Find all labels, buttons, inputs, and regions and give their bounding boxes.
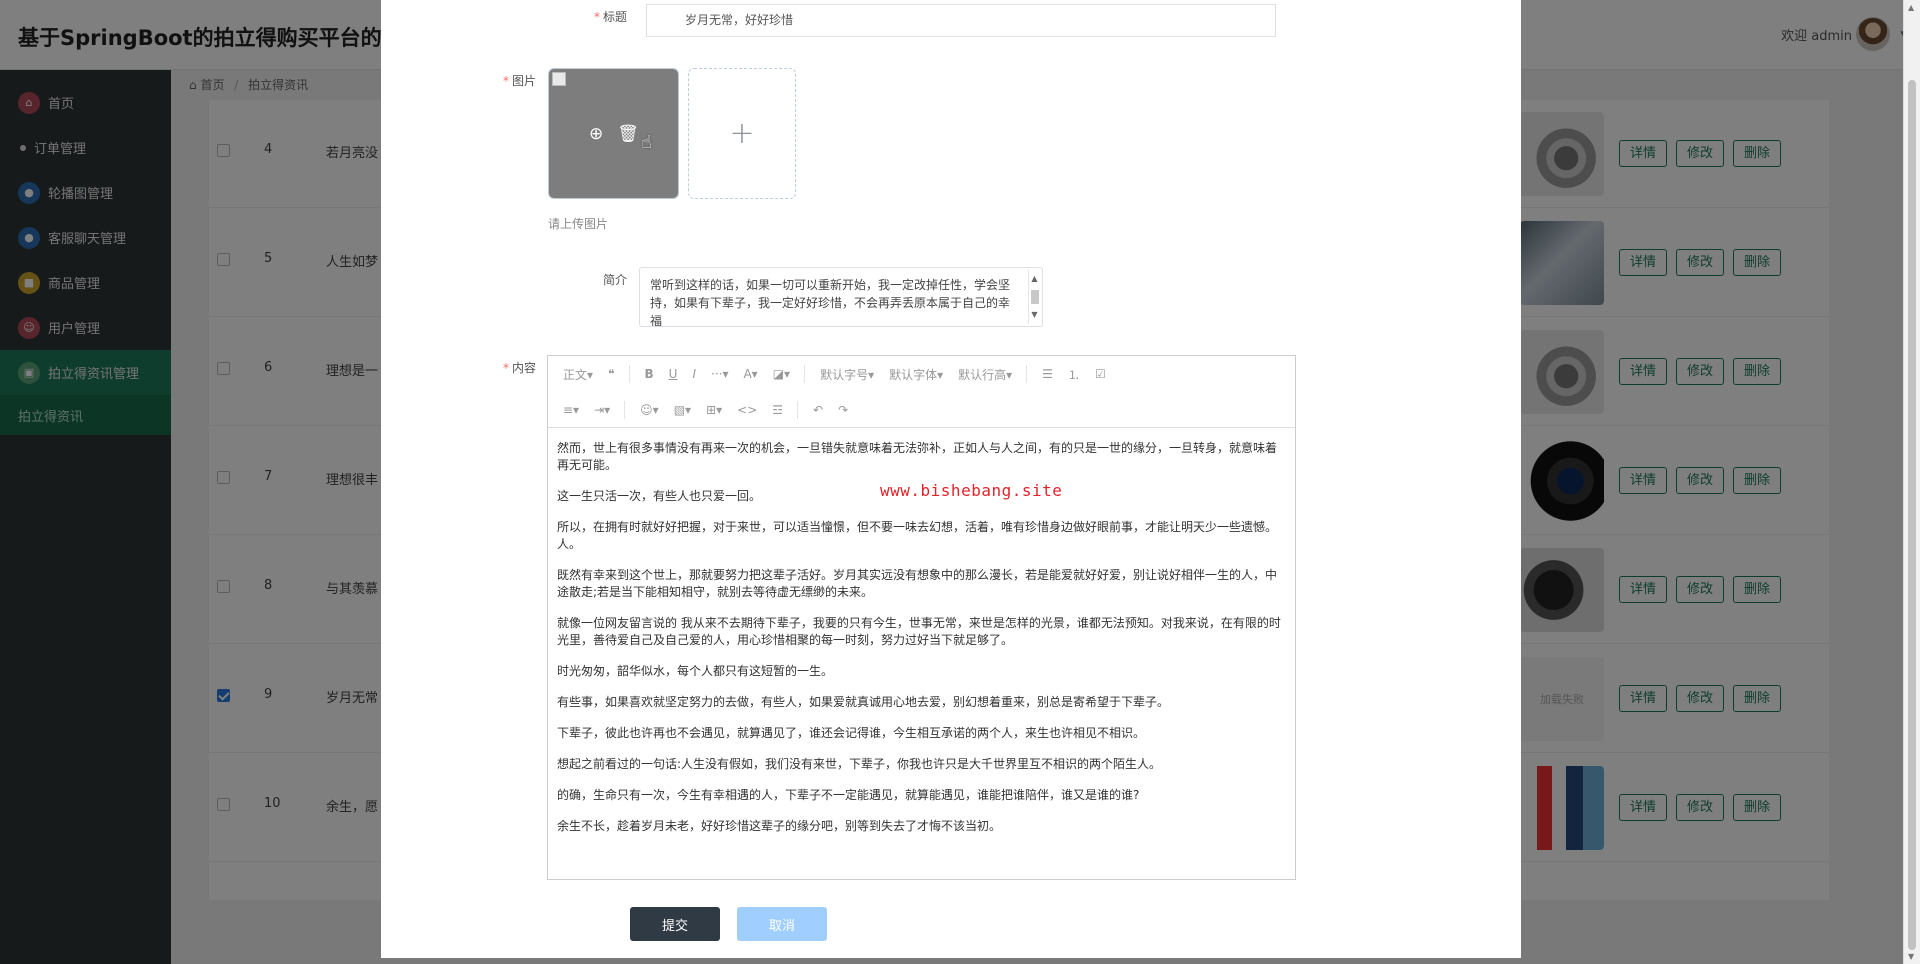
content-paragraph: 所以，在拥有时就好好把握，对于来世，可以适当憧憬，但不要一味去幻想，活着，唯有珍… xyxy=(557,520,1278,551)
hand-cursor-icon: ☝ xyxy=(641,132,652,153)
content-paragraph: 下辈子，彼此也许再也不会遇见，就算遇见了，谁还会记得谁，今生相互承诺的两个人，来… xyxy=(557,726,1146,740)
italic-icon[interactable]: I xyxy=(692,367,696,381)
scroll-down-icon[interactable]: ▼ xyxy=(1031,306,1037,324)
paragraph-format-select[interactable]: 正文▾ xyxy=(563,366,593,383)
uploaded-image-card[interactable]: ⊕ 🗑 ☝ xyxy=(548,68,679,199)
content-paragraph: 就像一位网友留言说的 我从来不去期待下辈子，我要的只有今生，世事无常，来世是怎样… xyxy=(557,616,1281,647)
image-icon[interactable]: ▧▾ xyxy=(674,403,691,417)
content-paragraph: 时光匆匆，韶华似水，每个人都只有这短暂的一生。 xyxy=(557,664,834,678)
content-paragraph: 然而，世上有很多事情没有再来一次的机会，一旦错失就意味着无法弥补，正如人与人之间… xyxy=(557,441,1278,472)
table-icon[interactable]: ⊞▾ xyxy=(706,403,722,417)
scroll-up-icon[interactable]: ▲ xyxy=(1908,3,1914,12)
scroll-down-icon[interactable]: ▼ xyxy=(1908,952,1914,961)
divider-icon[interactable]: ☲ xyxy=(772,403,783,417)
underline-icon[interactable]: U xyxy=(669,367,678,381)
scroll-thumb[interactable] xyxy=(1908,80,1916,950)
more-icon[interactable]: ···▾ xyxy=(711,367,728,381)
content-paragraph: 的确，生命只有一次，今生有幸相遇的人，下辈子不一定能遇见，就算能遇见，谁能把谁陪… xyxy=(557,788,1140,802)
title-input[interactable]: 岁月无常，好好珍惜 xyxy=(646,4,1276,37)
page-scrollbar[interactable]: ▲ ▼ xyxy=(1903,0,1920,964)
font-color-icon[interactable]: A▾ xyxy=(743,367,757,381)
image-label: * 图片 xyxy=(502,74,536,88)
intro-textarea[interactable]: 常听到这样的话，如果一切可以重新开始，我一定改掉任性，学会坚持，如果有下辈子，我… xyxy=(639,267,1043,327)
todo-icon[interactable]: ☑ xyxy=(1095,367,1106,381)
upload-button[interactable]: + xyxy=(688,68,796,199)
emoji-icon[interactable]: ☺▾ xyxy=(640,403,659,417)
delete-icon[interactable]: 🗑 xyxy=(617,124,639,144)
submit-button[interactable]: 提交 xyxy=(630,907,720,941)
undo-icon[interactable]: ↶ xyxy=(813,403,823,417)
content-paragraph: 既然有幸来到这个世上，那就要努力把这辈子活好。岁月其实远没有想象中的那么漫长，若… xyxy=(557,568,1278,599)
align-select[interactable]: ≡▾ xyxy=(563,403,579,417)
bullet-list-icon[interactable]: ☰ xyxy=(1042,367,1053,381)
upload-hint: 请上传图片 xyxy=(548,217,609,231)
zoom-in-icon[interactable]: ⊕ xyxy=(589,124,603,144)
textarea-scrollbar[interactable]: ▲ ▼ xyxy=(1028,270,1040,324)
scroll-up-icon[interactable]: ▲ xyxy=(1031,270,1037,288)
font-family-select[interactable]: 默认字体▾ xyxy=(889,366,943,383)
watermark: www.bishebang.site xyxy=(880,481,1063,500)
code-icon[interactable]: <> xyxy=(737,403,757,417)
content-paragraph: 想起之前看过的一句话:人生没有假如，我们没有来世，下辈子，你我也许只是大千世界里… xyxy=(557,757,1162,771)
quote-icon[interactable]: ❝ xyxy=(608,367,614,381)
numbered-list-icon[interactable]: ⒈ xyxy=(1068,366,1080,383)
rich-text-editor: 正文▾ ❝ B U I ···▾ A▾ ◪▾ 默认字号▾ 默认字体▾ 默认行高▾… xyxy=(547,355,1296,880)
line-height-select[interactable]: 默认行高▾ xyxy=(958,366,1012,383)
intro-label: 简介 xyxy=(602,273,627,287)
bold-icon[interactable]: B xyxy=(645,367,654,381)
content-paragraph: 有些事，如果喜欢就坚定努力的去做，有些人，如果爱就真诚用心地去爱，别幻想着重来，… xyxy=(557,695,1170,709)
background-color-icon[interactable]: ◪▾ xyxy=(773,367,790,381)
scroll-thumb[interactable] xyxy=(1030,290,1039,304)
title-label: * 标题 xyxy=(593,10,627,24)
indent-select[interactable]: ⇥▾ xyxy=(594,403,610,417)
content-label: * 内容 xyxy=(502,361,536,375)
redo-icon[interactable]: ↷ xyxy=(838,403,848,417)
plus-icon: + xyxy=(729,116,755,151)
edit-dialog: * 标题 岁月无常，好好珍惜 * 图片 ⊕ 🗑 ☝ + 请上传图片 简介 常听到这样… xyxy=(381,0,1521,958)
broken-image-icon xyxy=(552,72,566,86)
cancel-button[interactable]: 取消 xyxy=(737,907,827,941)
font-size-select[interactable]: 默认字号▾ xyxy=(820,366,874,383)
content-paragraph: 余生不长，趁着岁月未老，好好珍惜这辈子的缘分吧，别等到失去了才悔不该当初。 xyxy=(557,819,1002,833)
editor-toolbar: 正文▾ ❝ B U I ···▾ A▾ ◪▾ 默认字号▾ 默认字体▾ 默认行高▾… xyxy=(548,356,1295,428)
